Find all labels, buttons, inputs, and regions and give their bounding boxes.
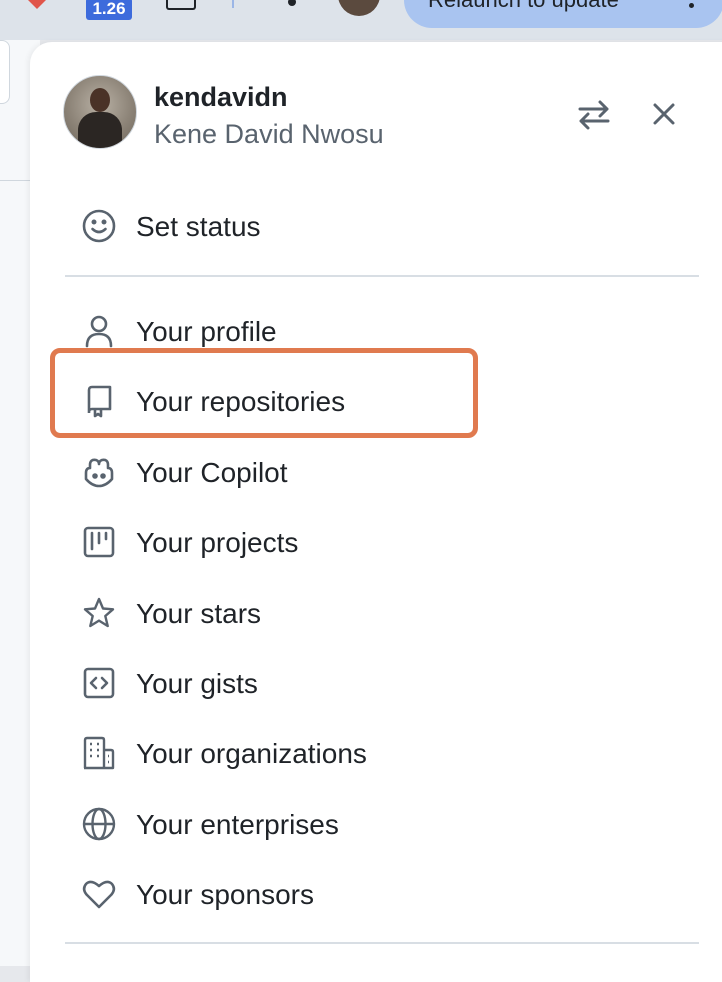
menu-item-projects[interactable]: Your projects: [78, 518, 638, 566]
browser-profile-avatar[interactable]: [338, 0, 380, 16]
highlight-box: [50, 348, 478, 438]
menu-divider: [65, 942, 699, 944]
close-icon[interactable]: [646, 96, 682, 132]
copilot-icon: [84, 458, 114, 488]
relaunch-button[interactable]: Relaunch to update: [404, 0, 722, 28]
smiley-icon: [82, 209, 116, 243]
menu-item-copilot[interactable]: Your Copilot: [78, 448, 638, 496]
kebab-menu-icon[interactable]: [689, 3, 694, 8]
menu-item-label: Your organizations: [136, 738, 367, 769]
organization-icon: [83, 736, 115, 770]
menu-item-label: Your profile: [136, 316, 277, 347]
toolbar-dot-icon[interactable]: [288, 0, 296, 6]
menu-item-label: Your stars: [136, 598, 262, 629]
table-icon: [83, 526, 115, 558]
menu-item-enterprises[interactable]: Your enterprises: [78, 800, 638, 848]
set-status-button[interactable]: Set status: [78, 202, 638, 250]
username: kendavidn: [154, 82, 288, 112]
extension-icon[interactable]: [26, 0, 48, 10]
full-name: Kene David Nwosu: [154, 119, 384, 149]
code-square-icon: [83, 667, 115, 699]
tab-search-icon[interactable]: [166, 0, 196, 10]
arrow-switch-icon[interactable]: [574, 96, 614, 132]
menu-item-organizations[interactable]: Your organizations: [78, 729, 638, 777]
menu-item-label: Your projects: [136, 527, 299, 558]
toolbar-divider: [232, 0, 234, 8]
menu-item-label: Your gists: [136, 668, 258, 699]
menu-item-label: Your sponsors: [136, 879, 314, 910]
browser-toolbar: 1.26 Relaunch to update: [0, 0, 722, 40]
menu-item-label: Your Copilot: [136, 457, 288, 488]
person-icon: [85, 315, 113, 348]
menu-item-sponsors[interactable]: Your sponsors: [78, 870, 638, 918]
menu-item-gists[interactable]: Your gists: [78, 659, 638, 707]
set-status-label: Set status: [136, 211, 261, 242]
star-icon: [83, 597, 115, 628]
extension-badge[interactable]: 1.26: [86, 0, 132, 20]
background-input: [0, 40, 10, 104]
avatar: [63, 75, 137, 149]
menu-item-label: Your enterprises: [136, 809, 339, 840]
menu-item-stars[interactable]: Your stars: [78, 589, 638, 637]
user-menu-panel: kendavidn Kene David Nwosu Set status Yo…: [30, 42, 722, 982]
globe-icon: [82, 807, 116, 841]
menu-divider: [65, 275, 699, 277]
relaunch-label: Relaunch to update: [428, 0, 619, 12]
heart-icon: [82, 880, 116, 909]
